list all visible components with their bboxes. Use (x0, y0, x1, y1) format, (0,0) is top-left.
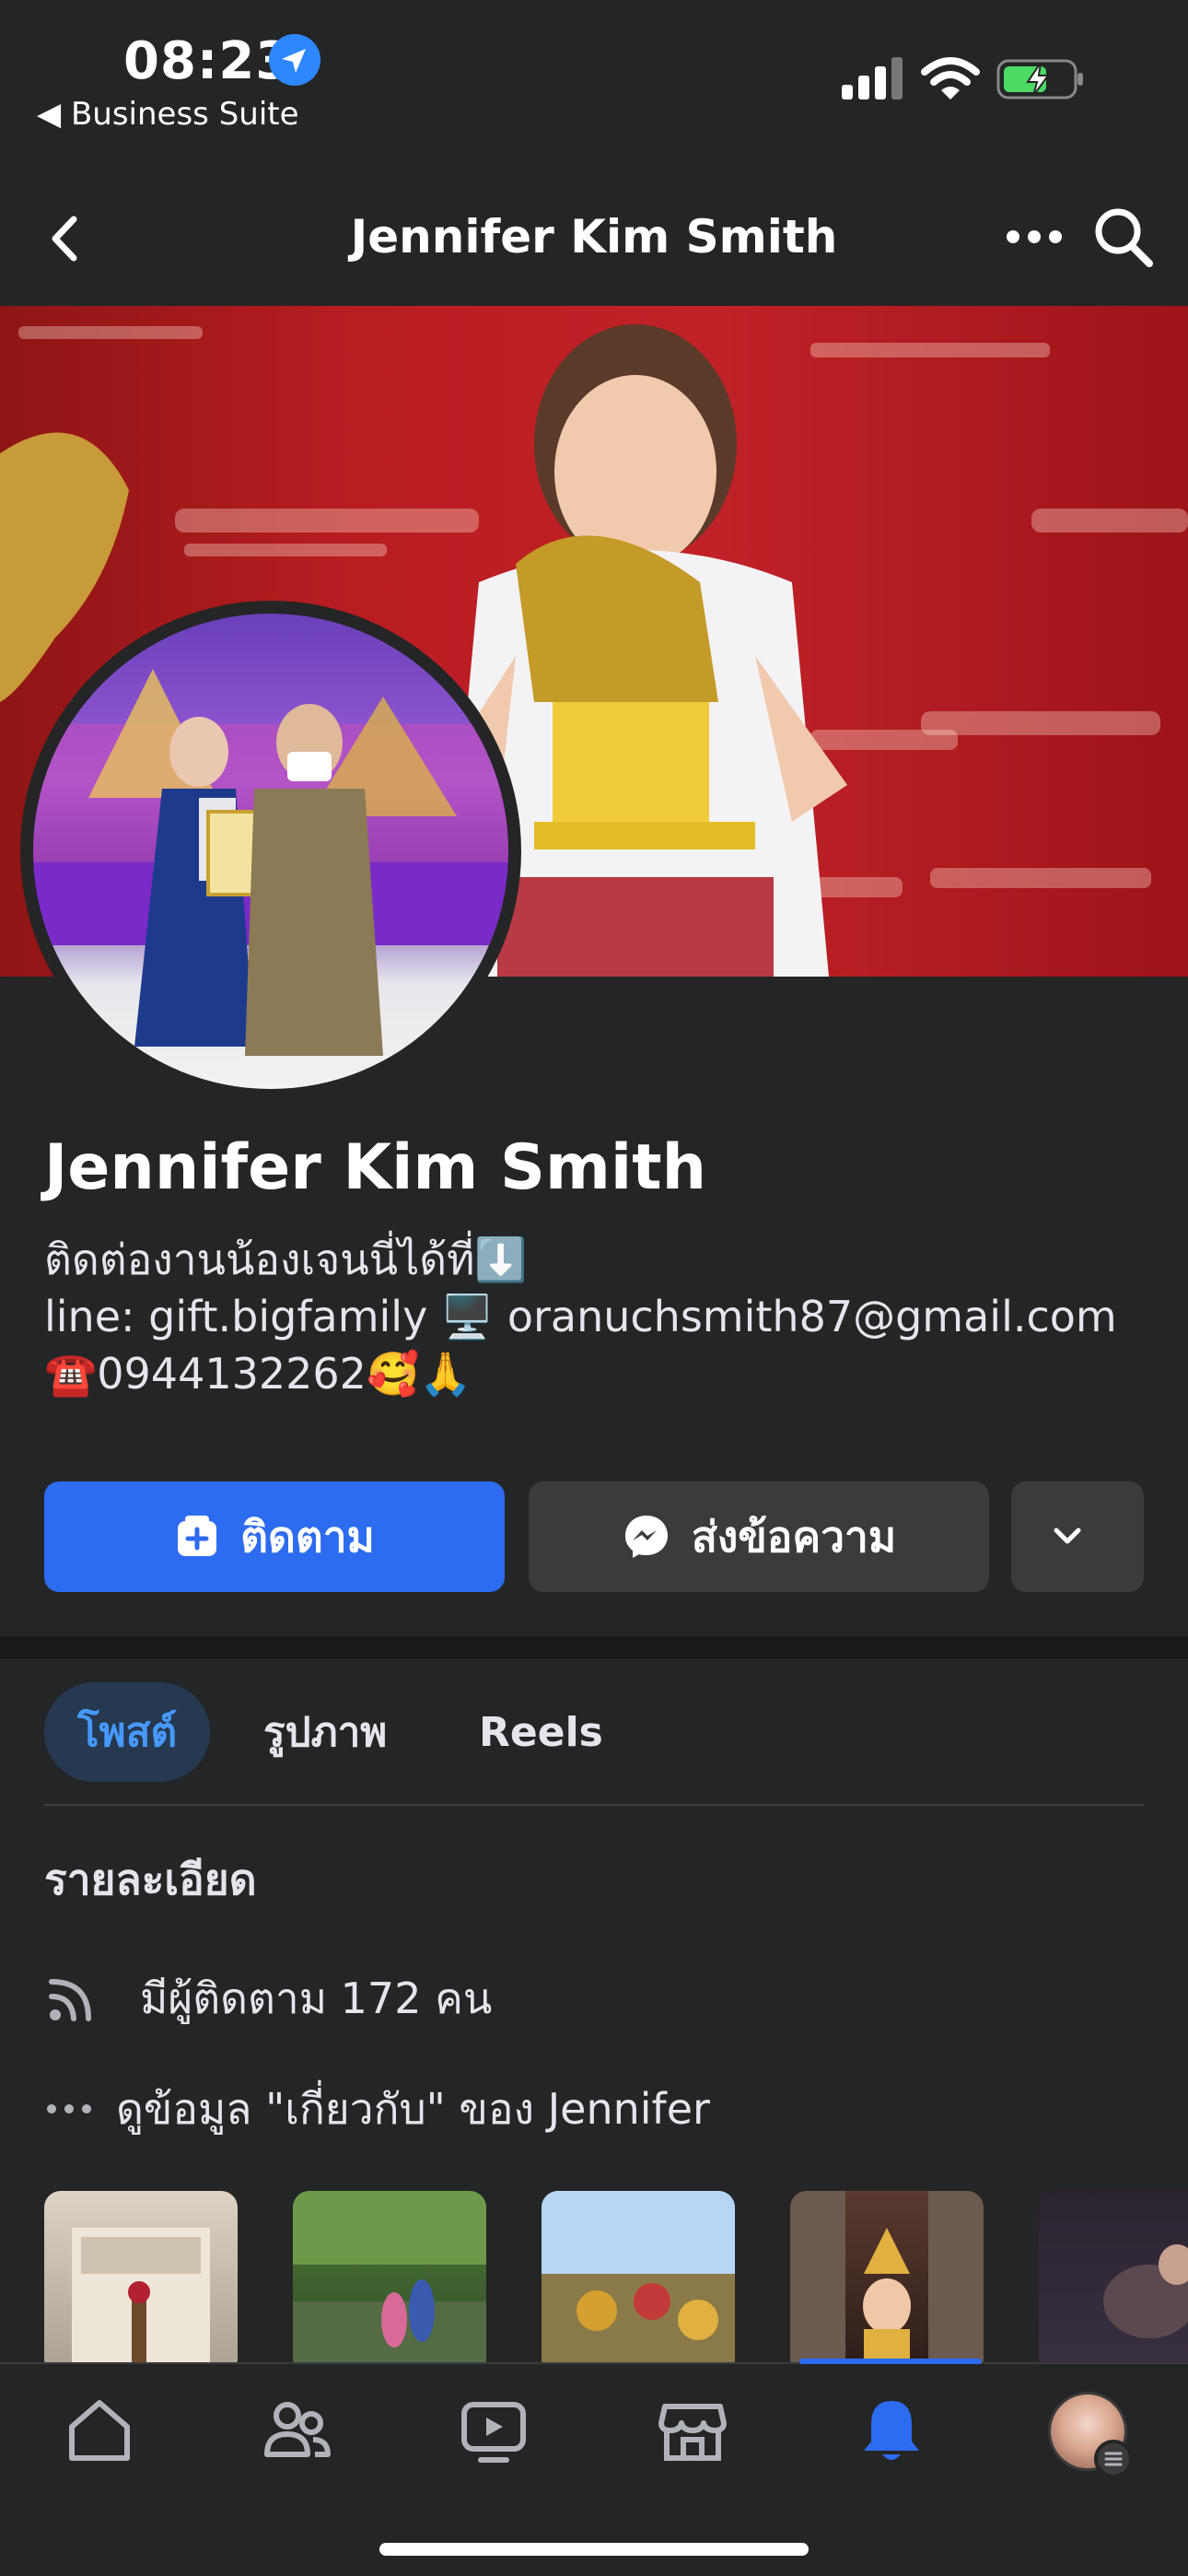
followers-count-text: มีผู้ติดตาม 172 คน (140, 1973, 493, 2023)
profile-photo-content (33, 669, 508, 1056)
tab-photos[interactable]: รูปภาพ (263, 1682, 387, 1782)
follow-icon (178, 1516, 217, 1556)
featured-photo[interactable] (293, 2191, 486, 2362)
bio-line[interactable]: ☎️0944132262🥰🙏 (44, 1345, 1117, 1402)
home-indicator[interactable] (379, 2543, 809, 2556)
section-divider (0, 1636, 1188, 1658)
messenger-icon (624, 1516, 668, 1558)
bio-line[interactable]: line: gift.bigfamily 🖥️ oranuchsmith87@g… (44, 1288, 1117, 1345)
location-arrow-icon (269, 34, 320, 86)
clock: 08:23 (123, 31, 293, 91)
chevron-down-icon (1054, 1528, 1081, 1544)
follow-button-label: ติดตาม (240, 1511, 375, 1562)
notifications-icon[interactable] (855, 2394, 928, 2467)
marketplace-icon[interactable] (656, 2394, 729, 2467)
tab-reels[interactable]: Reels (479, 1682, 603, 1782)
rss-feed-icon (44, 1971, 118, 2026)
featured-photos (0, 2191, 1188, 2362)
nav-bar: Jennifer Kim Smith (0, 175, 1188, 304)
details-heading: รายละเอียด (44, 1855, 257, 1904)
tabs-divider (44, 1804, 1144, 1806)
menu-badge-icon (1094, 2440, 1133, 2478)
video-icon[interactable] (457, 2394, 530, 2467)
featured-photo[interactable] (542, 2191, 735, 2362)
followers-row[interactable]: มีผู้ติดตาม 172 คน (44, 1966, 492, 2031)
featured-photo[interactable] (44, 2191, 238, 2362)
about-link-text: ดูข้อมูล "เกี่ยวกับ" ของ Jennifer (116, 2083, 710, 2134)
more-options-icon[interactable] (1004, 223, 1065, 251)
message-button-label: ส่งข้อความ (691, 1511, 897, 1562)
active-tab-indicator (799, 2359, 982, 2364)
search-icon[interactable] (1092, 205, 1155, 271)
profile-name: Jennifer Kim Smith (44, 1131, 707, 1204)
follow-button[interactable]: ติดตาม (44, 1481, 505, 1592)
message-button[interactable]: ส่งข้อความ (529, 1481, 989, 1592)
back-to-business-suite[interactable]: ◀ Business Suite (37, 96, 299, 133)
cellular-signal-icon (842, 57, 903, 100)
more-actions-button[interactable] (1011, 1481, 1144, 1592)
about-row[interactable]: ดูข้อมูล "เกี่ยวกับ" ของ Jennifer (44, 2077, 710, 2141)
wifi-icon (921, 57, 980, 100)
profile-avatar[interactable] (20, 601, 521, 1102)
status-bar: 08:23 ◀ Business Suite (0, 0, 1188, 157)
battery-charging-icon (996, 59, 1083, 100)
featured-photo[interactable] (1039, 2191, 1188, 2362)
home-icon[interactable] (63, 2394, 136, 2467)
featured-photo[interactable] (790, 2191, 984, 2362)
bio-line: ติดต่องานน้องเจนนี่ได้ที่⬇️ (44, 1235, 528, 1284)
profile-bio: ติดต่องานน้องเจนนี่ได้ที่⬇️ line: gift.b… (44, 1231, 1117, 1402)
profile-photo (33, 614, 508, 1089)
tab-posts[interactable]: โพสต์ (44, 1682, 210, 1782)
more-dots-icon (44, 2081, 94, 2137)
friends-icon[interactable] (260, 2394, 333, 2467)
